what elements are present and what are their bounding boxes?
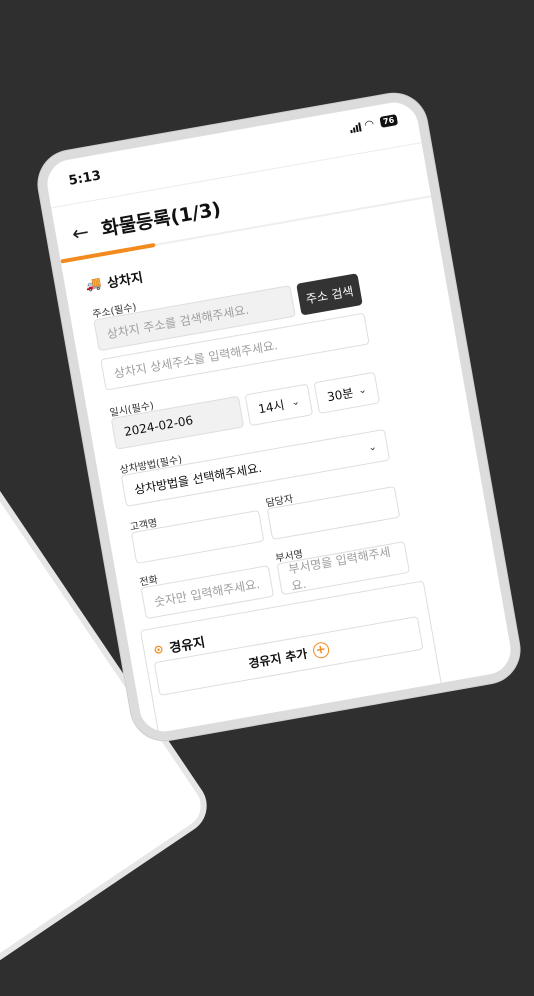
plus-circle-icon: + <box>311 641 331 660</box>
status-icons: ◠ 76 <box>349 114 399 133</box>
minute-select[interactable]: 30분 ⌄ <box>313 371 381 414</box>
minute-value: 30분 <box>326 385 355 404</box>
add-waypoint-label: 경유지 추가 <box>247 646 309 671</box>
status-time: 5:13 <box>67 168 103 189</box>
address-search-button[interactable]: 주소 검색 <box>296 273 363 316</box>
app-screen: 5:13 ◠ 76 ← 화물등록(1/3) 🚚 상차지 주소(필수) 상차지 주… <box>43 99 514 739</box>
loading-section-title: 상차지 <box>106 270 145 292</box>
hour-select[interactable]: 14시 ⌄ <box>244 383 314 427</box>
loading-section-header: 🚚 상차지 <box>84 267 144 296</box>
chevron-down-icon: ⌄ <box>290 395 301 409</box>
chevron-down-icon: ⌄ <box>367 441 378 454</box>
chevron-down-icon: ⌄ <box>357 383 368 397</box>
back-arrow-icon[interactable]: ← <box>70 219 91 246</box>
progress-fill <box>60 242 156 264</box>
truck-icon: 🚚 <box>84 275 103 294</box>
location-pin-icon: ⊙ <box>152 641 165 657</box>
phone-frame: 5:13 ◠ 76 ← 화물등록(1/3) 🚚 상차지 주소(필수) 상차지 주… <box>33 88 525 746</box>
hour-value: 14시 <box>257 397 286 416</box>
wifi-icon: ◠ <box>363 116 375 132</box>
signal-icon <box>349 121 362 133</box>
status-divider <box>51 142 422 209</box>
battery-icon: 76 <box>379 114 399 128</box>
